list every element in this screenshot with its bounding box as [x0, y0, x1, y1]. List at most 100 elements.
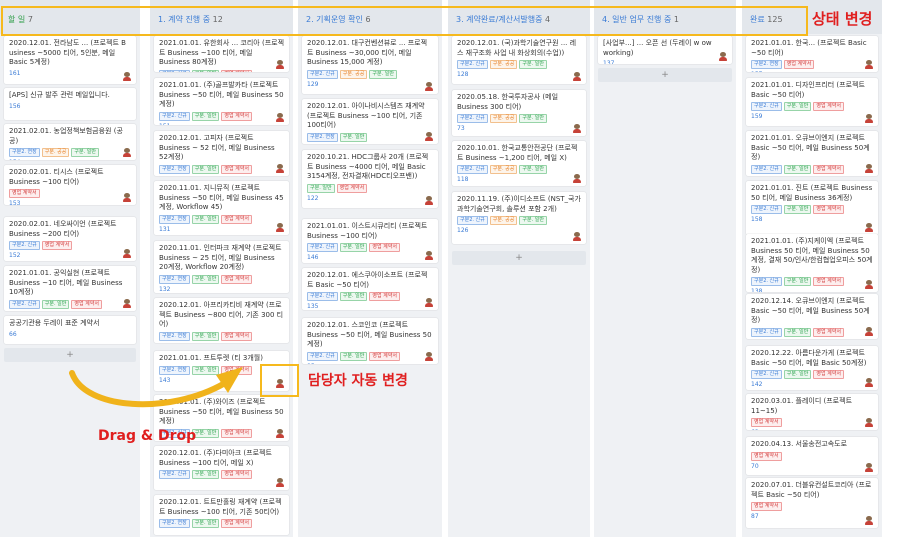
task-card[interactable]: [APS] 신규 발주 관련 메일입니다. 156 [4, 88, 136, 120]
task-card[interactable]: 2020.11.01. 지니뮤직 (프로젝트 Business ~50 티어, … [154, 181, 289, 235]
assignee-avatar[interactable] [865, 516, 873, 525]
tag-badge[interactable]: 구분. 일반 [191, 519, 220, 528]
tag-badge[interactable]: 구분. 일반 [519, 114, 547, 123]
tag-badge[interactable]: 영업 계약서 [369, 292, 400, 301]
tag-badge[interactable]: 구분2. 신규 [159, 69, 190, 72]
task-card[interactable]: 2020.12.01. (국)과학기술연구원 ... 레스 재구조화 사업 내 … [452, 36, 586, 84]
tag-badge[interactable]: 구분. 일반 [191, 69, 220, 72]
task-card[interactable]: 2020.07.01. 더블유컨설트코리아 (프로젝트 Basic ~50 티어… [746, 478, 878, 528]
task-card[interactable]: 2020.12.01. 전라남도 ... (프로젝트 B usiness ~50… [4, 36, 136, 84]
tag-badge[interactable]: 영업 계약서 [813, 277, 844, 286]
task-card[interactable]: 2020.02.01. 티시스 (프로젝트 Business ~100 티어) 영… [4, 165, 136, 205]
task-card[interactable]: 2020.12.01. 트트만홀링 재계약 (프로젝트 Business ~10… [154, 495, 289, 535]
assignee-avatar[interactable] [865, 60, 873, 69]
assignee-avatar[interactable] [865, 327, 873, 336]
task-card[interactable]: 2020.11.01. 인터파크 재계약 (프로젝트 Business ~ 25… [154, 241, 289, 293]
assignee-avatar[interactable] [425, 352, 433, 361]
task-card[interactable]: 2021.01.01. 이스트시큐리티 (프로젝트 Business ~100 … [302, 219, 438, 263]
tag-badge[interactable]: 구분2. 연장 [159, 214, 190, 224]
task-card[interactable]: 2020.12.01. 아이나비시스템즈 재계약 (프로젝트 Business … [302, 99, 438, 144]
tag-badge[interactable]: 구분. 일반 [783, 164, 812, 174]
assignee-avatar[interactable] [425, 132, 433, 141]
tag-badge[interactable]: 영업 계약서 [9, 189, 40, 198]
tag-badge[interactable]: 구분2. 신규 [307, 351, 338, 361]
assignee-avatar[interactable] [425, 82, 433, 91]
assignee-avatar[interactable] [865, 463, 873, 472]
tag-badge[interactable]: 구분. 공공 [489, 216, 518, 225]
task-card[interactable]: [사업부...] ... 오픈 선 (두레이 w ow working) 137 [598, 36, 732, 64]
tag-badge[interactable]: 구분. 일반 [71, 148, 99, 157]
assignee-avatar[interactable] [865, 223, 873, 232]
assignee-avatar[interactable] [865, 418, 873, 427]
tag-badge[interactable]: 구분2. 신규 [457, 165, 488, 174]
tag-badge[interactable]: 구분. 일반 [519, 165, 547, 174]
tag-badge[interactable]: 구분2. 연장 [751, 60, 782, 69]
tag-badge[interactable]: 구분. 일반 [519, 60, 547, 69]
task-card[interactable]: 2020.12.01. 스코인코 (프로젝트 Business ~50 티어, … [302, 318, 438, 364]
tag-badge[interactable]: 구분. 일반 [41, 299, 70, 309]
tag-badge[interactable]: 영업 계약서 [813, 327, 844, 337]
task-card[interactable]: 2020.11.19. (주)이디소프트 (NST_국가과학기술연구회, 솔루션… [452, 192, 586, 244]
tag-badge[interactable]: 구분2. 신규 [751, 277, 782, 286]
tag-badge[interactable]: 구분. 일반 [339, 292, 368, 301]
tag-badge[interactable]: 영업 계약서 [369, 351, 400, 361]
task-card[interactable]: 공공기관용 두레이 표준 계약서 66 [4, 316, 136, 344]
tag-badge[interactable]: 구분. 일반 [339, 132, 368, 142]
task-card[interactable]: 2020.12.01. (주)다미아크 (프로젝트 Business ~100 … [154, 446, 289, 490]
tag-badge[interactable]: 구분. 일반 [783, 277, 812, 286]
tag-badge[interactable]: 영업 계약서 [71, 299, 102, 309]
tag-badge[interactable]: 구분. 일반 [783, 102, 812, 111]
tag-badge[interactable]: 구분. 일반 [191, 331, 220, 341]
tag-badge[interactable]: 영업 계약서 [813, 164, 844, 174]
tag-badge[interactable]: 영업 계약서 [221, 274, 252, 284]
tag-badge[interactable]: 구분2. 연장 [159, 164, 190, 174]
tag-badge[interactable]: 구분. 일반 [339, 351, 368, 361]
tag-badge[interactable]: 구분. 공공 [41, 148, 70, 157]
tag-badge[interactable]: 구분2. 신규 [457, 60, 488, 69]
assignee-avatar[interactable] [573, 72, 581, 81]
tag-badge[interactable]: 구분. 일반 [307, 183, 335, 193]
assignee-avatar[interactable] [276, 223, 284, 232]
assignee-avatar[interactable] [573, 174, 581, 183]
tag-badge[interactable]: 구분2. 신규 [457, 114, 488, 123]
task-card[interactable]: 2020.04.13. 서울송전고속도로 영업 계약서 70 [746, 437, 878, 475]
tag-badge[interactable]: 영업 계약서 [783, 60, 815, 69]
task-card[interactable]: 2021.02.01. 농업정책보험금융원 (공공) 구분2. 연장 구분. 공공 구… [4, 124, 136, 160]
tag-badge[interactable]: 구분. 일반 [191, 470, 220, 479]
add-card-button[interactable]: + [452, 251, 586, 265]
tag-badge[interactable]: 구분2. 신규 [159, 470, 190, 479]
assignee-avatar[interactable] [719, 52, 727, 61]
tag-badge[interactable]: 영업 계약서 [751, 451, 782, 461]
tag-badge[interactable]: 영업 계약서 [221, 111, 252, 121]
tag-badge[interactable]: 구분. 일반 [191, 214, 220, 224]
assignee-avatar[interactable] [425, 298, 433, 307]
tag-badge[interactable]: 구분2. 신규 [751, 370, 782, 379]
tag-badge[interactable]: 구분2. 신규 [751, 205, 782, 214]
tag-badge[interactable]: 구분. 공공 [489, 165, 518, 174]
tag-badge[interactable]: 구분. 일반 [191, 164, 220, 174]
task-card[interactable]: 2020.12.01. 대구컨벤션뷰로 ... 프로젝트 Business ~3… [302, 36, 438, 94]
tag-badge[interactable]: 영업 계약서 [221, 214, 252, 224]
task-card[interactable]: 2020.12.01. 에스쿠아이소프트 (프로젝트 Basic ~50 티어)… [302, 268, 438, 310]
assignee-avatar[interactable] [123, 72, 131, 81]
tag-badge[interactable]: 구분2. 신규 [307, 243, 338, 252]
tag-badge[interactable]: 구분. 일반 [783, 327, 812, 337]
tag-badge[interactable]: 구분2. 연장 [307, 132, 338, 142]
task-card[interactable]: 2021.01.01. 한국... (프로젝트 Basic ~50 티어) 구분2… [746, 36, 878, 72]
task-card[interactable]: 2020.10.01. 한국교통안전공단 (프로젝트 Business ~1,2… [452, 141, 586, 186]
tag-badge[interactable]: 영업 계약서 [751, 418, 782, 427]
tag-badge[interactable]: 구분2. 신규 [307, 69, 338, 79]
assignee-avatar[interactable] [425, 251, 433, 260]
task-card[interactable]: 2020.12.22. 아름다운가게 (프로젝트 Basic ~50 티어, 메… [746, 346, 878, 390]
tag-badge[interactable]: 구분. 일반 [783, 370, 812, 379]
tag-badge[interactable]: 영업 계약서 [813, 370, 844, 379]
tag-badge[interactable]: 구분2. 연장 [9, 148, 40, 157]
tag-badge[interactable]: 구분2. 신규 [751, 102, 782, 111]
task-card[interactable]: 2021.01.01. 진트 (프로젝트 Business 50 티어, 메일 … [746, 181, 878, 235]
tag-badge[interactable]: 구분. 공공 [489, 60, 518, 69]
tag-badge[interactable]: 구분. 일반 [339, 243, 368, 252]
tag-badge[interactable]: 구분. 일반 [191, 274, 220, 284]
assignee-avatar[interactable] [865, 378, 873, 387]
assignee-avatar[interactable] [276, 478, 284, 487]
assignee-avatar[interactable] [123, 148, 131, 157]
